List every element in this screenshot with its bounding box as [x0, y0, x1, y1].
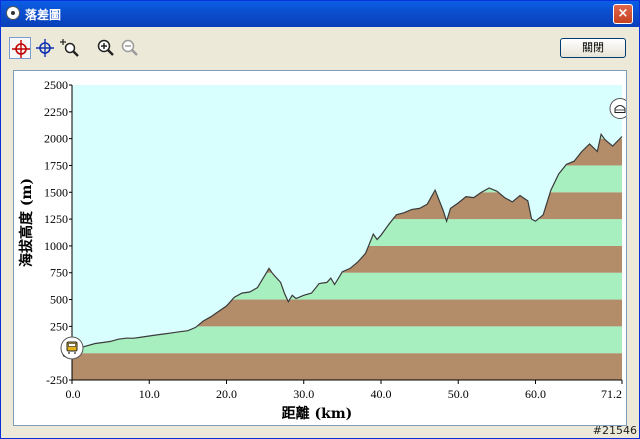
x-tick-label: 60.0 [525, 387, 546, 401]
bus-window [68, 343, 76, 347]
crosshair-red-tool[interactable] [9, 37, 31, 59]
zoom-area-icon [60, 39, 79, 57]
x-tick-label: 50.0 [448, 387, 469, 401]
zoom-out-icon [121, 39, 138, 56]
x-tick-label: 10.0 [139, 387, 160, 401]
window-close-button[interactable]: × [613, 4, 633, 24]
y-tick-label: 1000 [44, 239, 68, 253]
close-dialog-button[interactable]: 關閉 [560, 38, 626, 58]
y-tick-label: 250 [50, 319, 68, 333]
crosshair-blue-tool[interactable] [34, 37, 56, 59]
zoom-area-tool[interactable] [59, 37, 81, 59]
x-tick-label: 20.0 [216, 387, 237, 401]
zoom-out-tool[interactable] [119, 37, 141, 59]
zoom-in-icon [97, 39, 114, 56]
elevation-chart: 25002250200017501500125010007505002500-2… [18, 78, 626, 422]
shelter-icon [614, 104, 626, 113]
y-tick-label: 1250 [44, 212, 68, 226]
y-tick-label: 1750 [44, 158, 68, 172]
y-tick-label: 2250 [44, 105, 68, 119]
title-bar[interactable]: 落差圖 × [1, 1, 639, 27]
y-tick-label: 500 [50, 293, 68, 307]
x-tick-label: 30.0 [293, 387, 314, 401]
elevation-band [72, 353, 622, 380]
y-tick-label: -250 [46, 373, 68, 387]
app-icon [6, 6, 20, 20]
y-tick-label: 750 [50, 266, 68, 280]
window-title: 落差圖 [25, 8, 62, 22]
y-tick-label: 1500 [44, 185, 68, 199]
crosshair-blue-icon [36, 39, 54, 57]
x-tick-label: 40.0 [370, 387, 391, 401]
elevation-chart-frame: 25002250200017501500125010007505002500-2… [13, 70, 627, 426]
y-tick-label: 2000 [44, 132, 68, 146]
x-axis-label: 距離 (km) [282, 405, 353, 422]
zoom-in-tool[interactable] [95, 37, 117, 59]
crosshair-red-icon [12, 40, 30, 58]
y-axis-label: 海拔高度 (m) [18, 178, 35, 267]
watermark-text: #21546 [592, 424, 637, 437]
elevation-window: 落差圖 × 關閉 2500 2250 2000 1750 1500 1250 1… [0, 0, 640, 439]
toolbar [9, 37, 209, 59]
y-tick-label: 2500 [44, 78, 68, 92]
x-tick-label: 71.2 [601, 387, 622, 401]
x-tick-label: 0.0 [66, 387, 81, 401]
